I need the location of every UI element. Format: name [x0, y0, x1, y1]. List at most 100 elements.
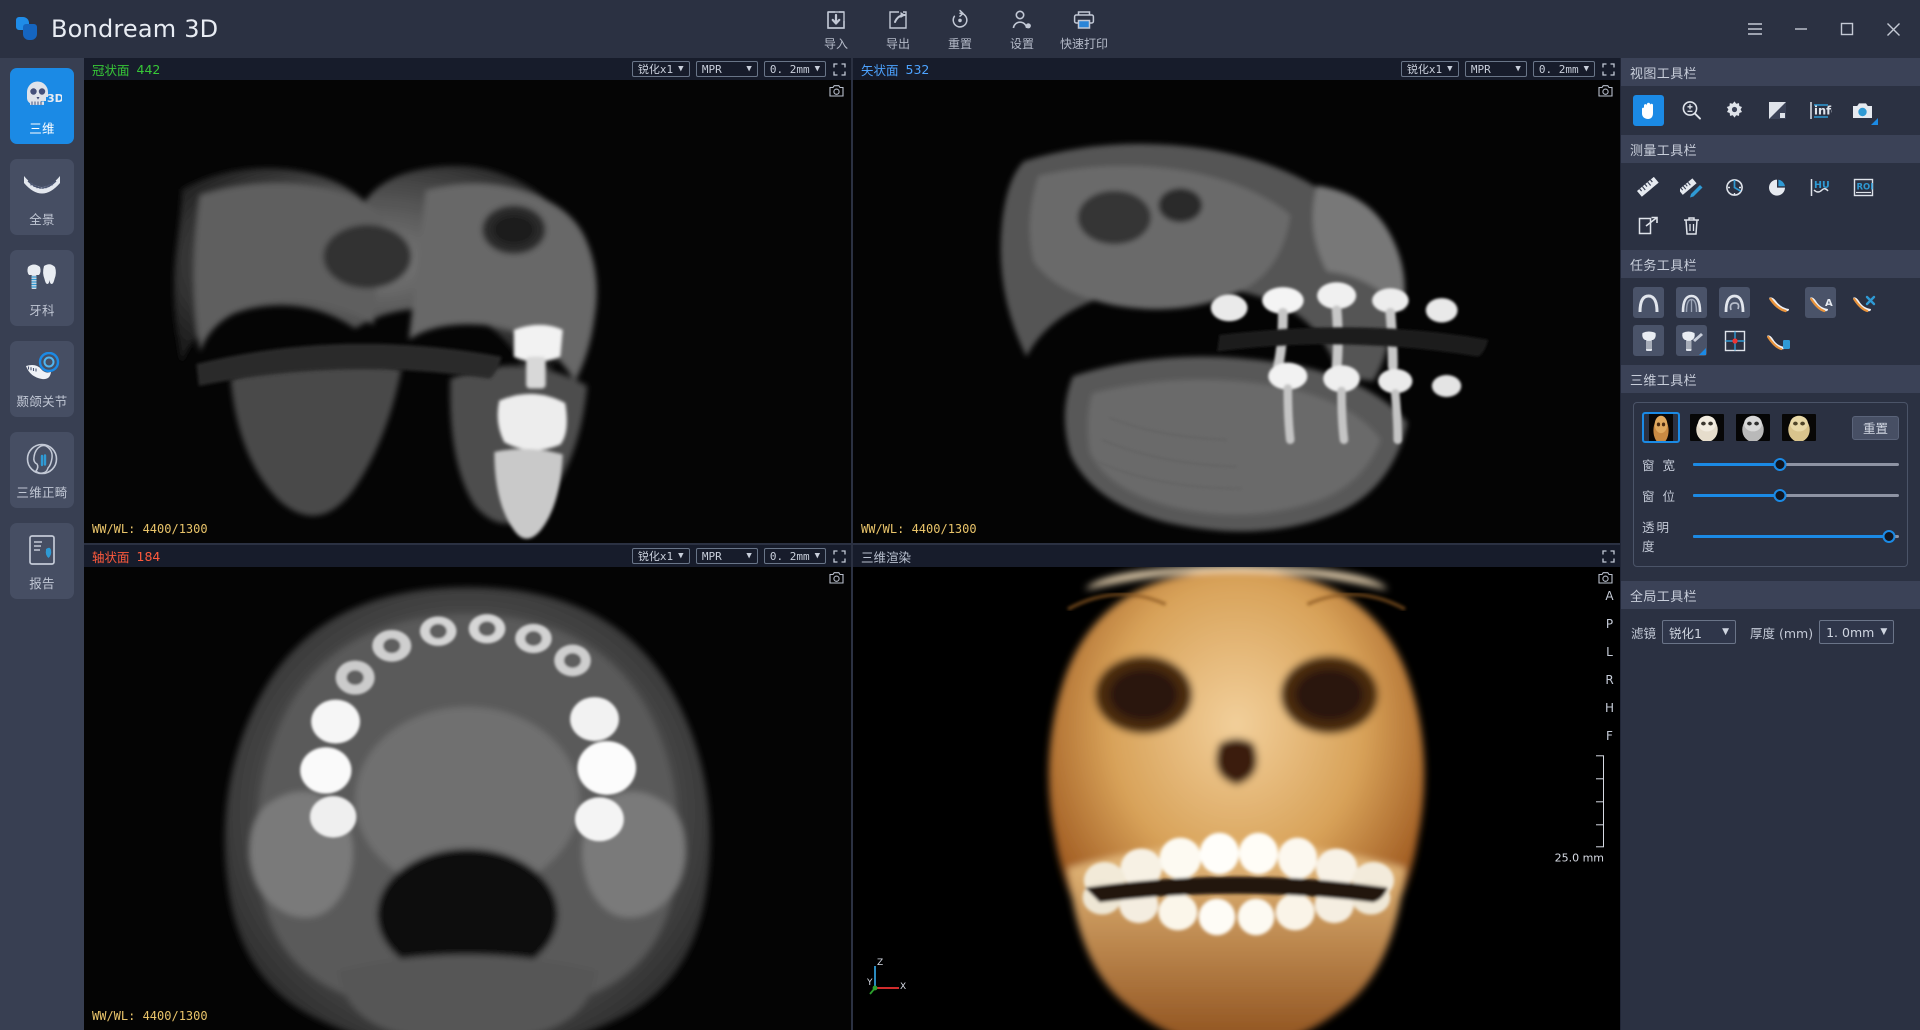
bondream-logo-icon	[16, 16, 42, 42]
pan-hand-icon[interactable]	[1633, 95, 1664, 126]
snapshot-icon-sagittal[interactable]	[1598, 84, 1614, 100]
sidebar-label-three-d: 三维	[29, 120, 55, 136]
filter-select-coronal[interactable]: 锐化x1 ▼	[631, 61, 690, 77]
settings-button[interactable]: 设置	[991, 4, 1053, 55]
viewport-render3d[interactable]: 三维渲染 A P L R H F 25.0 mm Z X Y	[853, 545, 1620, 1030]
snapshot-icon-axial[interactable]	[829, 571, 845, 587]
viewport-image-axial[interactable]	[84, 567, 851, 1030]
snapshot-icon-coronal[interactable]	[829, 84, 845, 100]
mandible-label-icon[interactable]: A	[1805, 287, 1836, 318]
window-level-slider[interactable]	[1693, 489, 1899, 503]
viewport-image-render3d[interactable]	[853, 567, 1620, 1030]
preset-gray[interactable]	[1734, 412, 1772, 443]
reset-label: 重置	[947, 37, 972, 51]
mode-select-sagittal[interactable]: MPR ▼	[1464, 61, 1527, 77]
corner-indicator	[1871, 118, 1878, 125]
window-width-label: 窗 宽	[1642, 458, 1677, 473]
annotation-icon[interactable]	[1633, 210, 1664, 241]
thickness-value: 1. 0mm	[1826, 624, 1875, 640]
thickness-select-sagittal[interactable]: 0. 2mm ▼	[1532, 61, 1595, 77]
import-button[interactable]: 导入	[805, 4, 867, 55]
window-width-slider[interactable]	[1693, 458, 1899, 472]
pie-angle-icon[interactable]	[1762, 172, 1793, 203]
export-label: 导出	[885, 37, 910, 51]
filter-select-axial[interactable]: 锐化x1 ▼	[631, 548, 690, 564]
sidebar-item-three-d[interactable]: 3D 三维	[10, 68, 74, 144]
implant-icon[interactable]	[1633, 325, 1664, 356]
ruler-length-icon[interactable]	[1633, 172, 1664, 203]
mode-select-coronal[interactable]: MPR ▼	[695, 61, 758, 77]
sidebar-item-dental[interactable]: 牙科	[10, 250, 74, 326]
expand-icon-sagittal[interactable]	[1601, 62, 1616, 77]
sidebar-item-panoramic[interactable]: 全景	[10, 159, 74, 235]
orientation-p: P	[1605, 617, 1614, 631]
filter-select-sagittal[interactable]: 锐化x1 ▼	[1400, 61, 1459, 77]
tmj-icon	[21, 349, 63, 387]
implant-place-icon[interactable]	[1676, 325, 1707, 356]
thickness-select[interactable]: 1. 0mm ▼	[1819, 620, 1895, 644]
expand-icon-coronal[interactable]	[832, 62, 847, 77]
viewport-image-coronal[interactable]	[84, 80, 851, 543]
angle-icon[interactable]	[1719, 172, 1750, 203]
expand-icon-axial[interactable]	[832, 549, 847, 564]
mode-select-axial[interactable]: MPR ▼	[695, 548, 758, 564]
viewport-slice-index-axial: 184	[136, 548, 161, 564]
quick-print-button[interactable]: 快速打印	[1053, 4, 1115, 55]
hu-value-icon[interactable]: HU	[1805, 172, 1836, 203]
three-d-preset-box: 重置 窗 宽 窗 位 透明度	[1633, 402, 1908, 567]
sidebar-item-ortho[interactable]: 三维正畸	[10, 432, 74, 508]
import-label: 导入	[823, 37, 848, 51]
export-icon	[887, 8, 909, 32]
zoom-magnifier-icon[interactable]	[1676, 95, 1707, 126]
export-button[interactable]: 导出	[867, 4, 929, 55]
thickness-select-coronal[interactable]: 0. 2mm ▼	[763, 61, 826, 77]
viewport-coronal[interactable]: 冠状面 442 锐化x1 ▼ MPR ▼ 0. 2mm ▼ WW/WL: 440…	[84, 58, 851, 543]
sidebar-item-report[interactable]: 报告	[10, 523, 74, 599]
sidebar-item-tmj[interactable]: 颞颌关节	[10, 341, 74, 417]
app-title: Bondream 3D	[51, 15, 219, 43]
mandible-tool-icon[interactable]	[1848, 287, 1879, 318]
reset-button[interactable]: 重置	[929, 4, 991, 55]
viewport-image-sagittal[interactable]	[853, 80, 1620, 543]
minimize-button[interactable]	[1778, 8, 1824, 50]
info-icon[interactable]: info	[1805, 95, 1836, 126]
viewport-header-sagittal: 矢状面 532 锐化x1 ▼ MPR ▼ 0. 2mm ▼	[853, 58, 1620, 80]
filter-select[interactable]: 锐化1 ▼	[1662, 620, 1737, 644]
snapshot-icon-render3d[interactable]	[1598, 571, 1614, 587]
task-toolbar-tools: A	[1621, 278, 1920, 365]
section-title-three-d-toolbar: 三维工具栏	[1621, 365, 1920, 393]
opacity-slider[interactable]	[1693, 529, 1899, 543]
preset-bone[interactable]	[1688, 412, 1726, 443]
maximize-button[interactable]	[1824, 8, 1870, 50]
viewport-axial[interactable]: 轴状面 184 锐化x1 ▼ MPR ▼ 0. 2mm ▼ WW/WL: 440…	[84, 545, 851, 1030]
crosshair-layout-icon[interactable]	[1719, 325, 1750, 356]
viewport-sagittal[interactable]: 矢状面 532 锐化x1 ▼ MPR ▼ 0. 2mm ▼ WW/WL: 440…	[853, 58, 1620, 543]
screenshot-camera-icon[interactable]	[1848, 95, 1879, 126]
ruler-pencil-icon[interactable]	[1676, 172, 1707, 203]
arch-crosssection-icon[interactable]	[1676, 287, 1707, 318]
mandible-nerve-icon[interactable]	[1762, 287, 1793, 318]
arch-nerve-icon[interactable]	[1719, 287, 1750, 318]
arch-curve-icon[interactable]	[1633, 287, 1664, 318]
delete-trash-icon[interactable]	[1676, 210, 1707, 241]
svg-text:X: X	[900, 982, 906, 992]
svg-text:Y: Y	[867, 978, 873, 988]
windowing-gear-icon[interactable]	[1719, 95, 1750, 126]
import-icon	[825, 8, 847, 32]
thickness-select-axial[interactable]: 0. 2mm ▼	[763, 548, 826, 564]
invert-contrast-icon[interactable]	[1762, 95, 1793, 126]
mode-value-axial: MPR	[701, 549, 722, 563]
three-d-reset-button[interactable]: 重置	[1851, 415, 1899, 440]
expand-icon-render3d[interactable]	[1601, 549, 1616, 564]
view-toolbar-tools: info	[1621, 86, 1920, 135]
preset-skin[interactable]	[1642, 412, 1680, 443]
mandible-export-icon[interactable]	[1762, 325, 1793, 356]
app-brand: Bondream 3D	[0, 15, 300, 43]
close-button[interactable]	[1870, 8, 1916, 50]
viewport-grid: 冠状面 442 锐化x1 ▼ MPR ▼ 0. 2mm ▼ WW/WL: 440…	[84, 58, 1620, 1030]
roi-icon[interactable]: ROI	[1848, 172, 1879, 203]
filter-value-coronal: 锐化x1	[637, 63, 674, 76]
thickness-value-sagittal: 0. 2mm	[1538, 62, 1579, 76]
app-menu-button[interactable]	[1732, 8, 1778, 50]
preset-teeth[interactable]	[1780, 412, 1818, 443]
